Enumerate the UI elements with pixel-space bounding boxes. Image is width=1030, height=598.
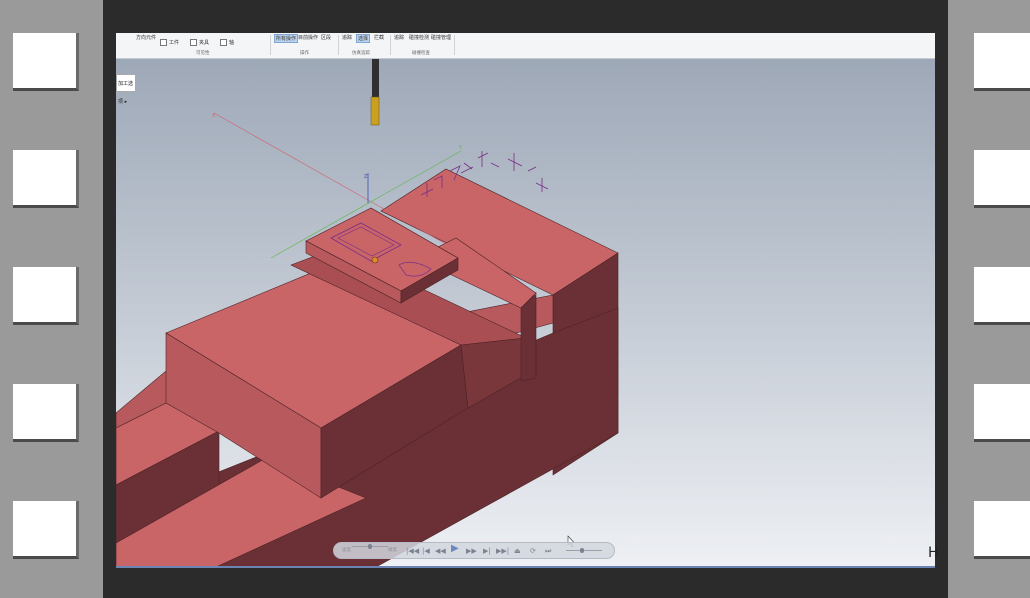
speed-label: 速度 — [342, 548, 351, 553]
film-hole — [13, 267, 79, 325]
right-jaw-side — [520, 292, 537, 382]
quality-label: 精度 — [388, 548, 397, 553]
checkbox-icon — [190, 39, 197, 46]
options-popup[interactable]: 加工选项 ▸ — [116, 74, 136, 105]
taskbar-strip — [116, 566, 935, 568]
film-hole — [13, 150, 79, 208]
z-axis-label: Z — [364, 174, 368, 180]
rewind-button[interactable]: ◀◀ — [435, 546, 446, 556]
ribbon-current-op-button[interactable]: 目前操作 — [298, 34, 318, 41]
film-hole — [974, 33, 1030, 91]
goto-start-button[interactable]: |◀◀ — [406, 546, 419, 556]
film-hole — [13, 501, 79, 559]
ribbon-group-visibility: 可见性 — [196, 51, 210, 56]
fast-forward-button[interactable]: ▶▶ — [466, 546, 477, 556]
checkbox-icon — [160, 39, 167, 46]
film-hole — [974, 267, 1030, 325]
loop-button[interactable]: ⟳ — [530, 546, 536, 556]
eject-button[interactable]: ⏏ — [514, 546, 521, 556]
x-axis-label: X — [212, 113, 216, 119]
ribbon-separator — [454, 35, 455, 55]
overlay-character: H — [928, 545, 939, 561]
ribbon-group-sim-trace: 仿真追踪 — [352, 51, 370, 56]
ribbon-group-operation: 操作 — [300, 51, 309, 56]
film-strip-left — [0, 0, 104, 598]
film-hole — [13, 33, 79, 91]
skip-button[interactable]: ⏭ — [545, 546, 551, 556]
ribbon-track-button[interactable]: 追踪 — [394, 34, 404, 41]
play-button[interactable]: ▶ — [451, 544, 459, 554]
step-forward-button[interactable]: ▶| — [483, 546, 491, 556]
step-back-button[interactable]: |◀ — [422, 546, 430, 556]
cutting-tool — [370, 96, 380, 126]
ribbon-toolbar: 方向元件 工件 夹具 轴 可见性 所有操作 目前操作 区段 操作 追踪 选择 拦… — [116, 33, 935, 59]
film-hole — [974, 150, 1030, 208]
speed-slider-thumb[interactable] — [368, 544, 372, 549]
ribbon-collision-manage-button[interactable]: 碰撞管理 — [431, 34, 451, 41]
cam-simulation-window: Z Y X 方向元件 工件 夹具 轴 可见性 所有操作 目前操作 区段 操作 追… — [116, 33, 935, 567]
film-hole — [974, 501, 1030, 559]
film-strip-right — [948, 0, 1030, 598]
position-slider-track[interactable] — [566, 550, 602, 551]
playback-controls: 速度 精度 |◀◀ |◀ ◀◀ ▶ ▶▶ ▶| ▶▶| ⏏ ⟳ ⏭ — [333, 542, 615, 559]
ribbon-segment-button[interactable]: 区段 — [321, 34, 331, 41]
film-hole — [974, 384, 1030, 442]
viewport-3d[interactable]: Z Y X — [116, 33, 935, 567]
ribbon-separator — [390, 35, 391, 55]
checkbox-icon — [220, 39, 227, 46]
ribbon-workpiece-toggle[interactable]: 工件 — [160, 39, 179, 46]
ribbon-all-ops-button[interactable]: 所有操作 — [274, 34, 299, 43]
ribbon-collision-detect-button[interactable]: 碰撞检测 — [409, 34, 429, 41]
ribbon-intercept-button[interactable]: 拦截 — [374, 34, 384, 41]
tool-holder — [372, 58, 379, 98]
goto-end-button[interactable]: ▶▶| — [496, 546, 509, 556]
ribbon-group-collision: 碰撞检查 — [412, 51, 430, 56]
position-slider-thumb[interactable] — [580, 548, 584, 553]
drill-point — [371, 256, 379, 264]
ribbon-trace-button[interactable]: 追踪 — [342, 34, 352, 41]
ribbon-select-button[interactable]: 选择 — [356, 34, 371, 43]
ribbon-fixture-toggle[interactable]: 夹具 — [190, 39, 209, 46]
ribbon-axis-toggle[interactable]: 轴 — [220, 39, 234, 46]
y-axis-label: Y — [458, 145, 463, 151]
ribbon-separator — [270, 35, 271, 55]
ribbon-separator — [338, 35, 339, 55]
ribbon-orient-button[interactable]: 方向元件 — [136, 34, 156, 41]
film-hole — [13, 384, 79, 442]
